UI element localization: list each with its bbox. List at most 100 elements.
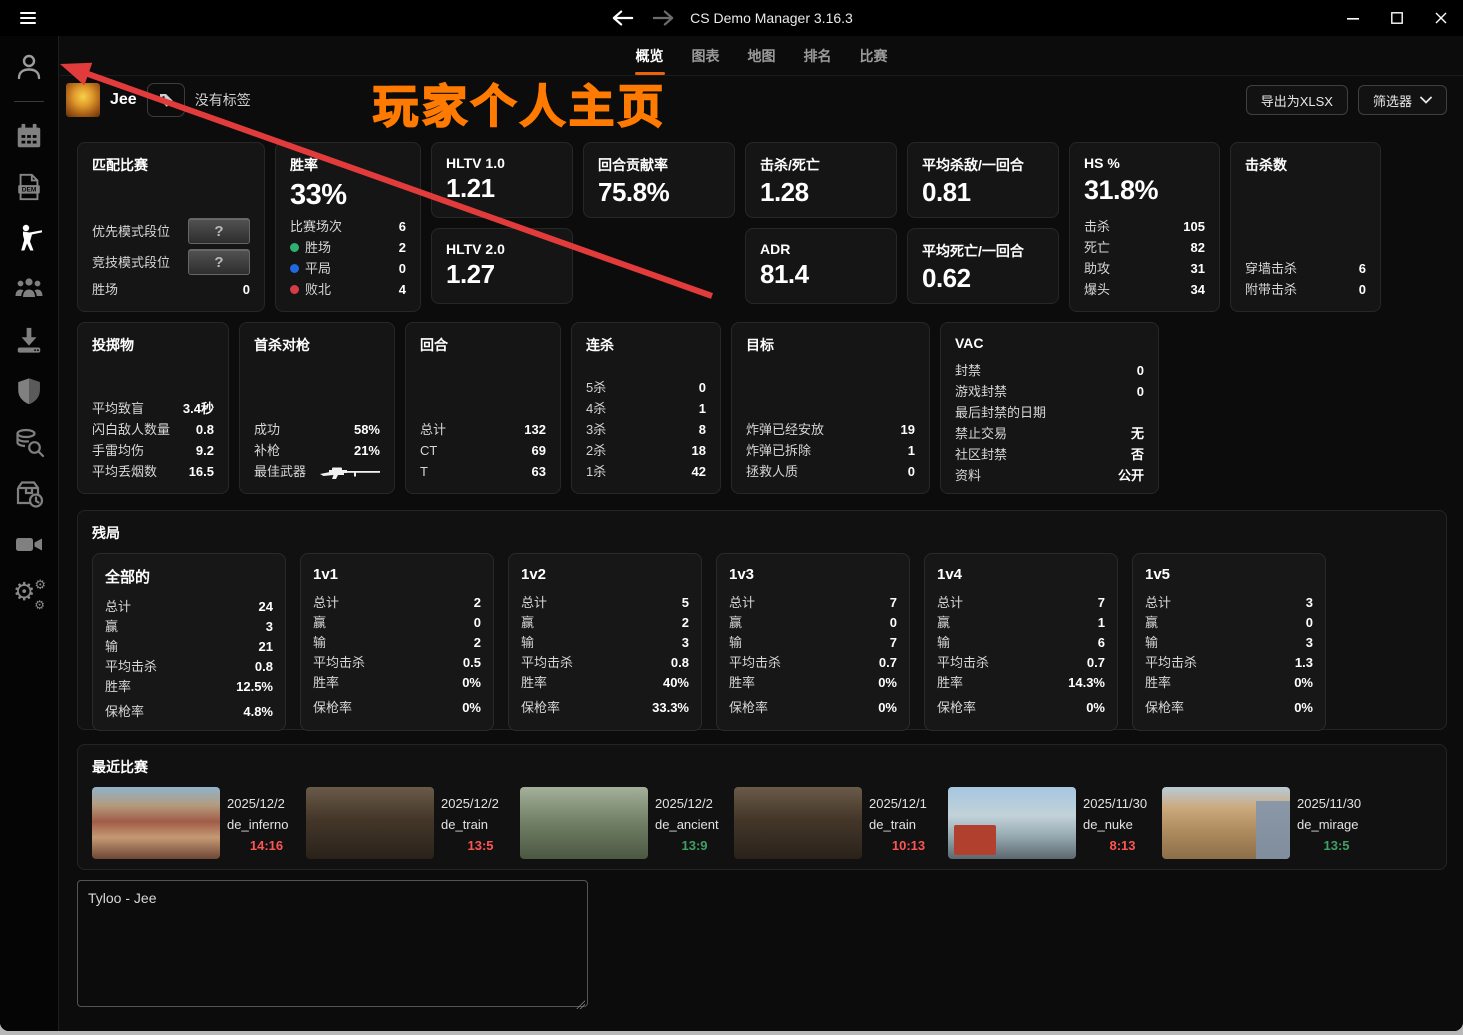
chevron-down-icon (1420, 96, 1432, 104)
sidebar-divider (14, 101, 44, 102)
stat-row: 2杀18 (586, 441, 706, 460)
clutch-card-1v5: 1v5 总计3 赢0 输3 平均击杀1.3 胜率0% 保枪率0% (1132, 553, 1326, 731)
minimize-button[interactable] (1331, 0, 1375, 36)
match-score: 13:5 (441, 835, 520, 856)
match-date: 2025/12/2 (655, 796, 713, 811)
stat-row: CT69 (420, 441, 546, 460)
stat-row: 最后封禁的日期 (955, 403, 1144, 422)
stat-row: T63 (420, 462, 546, 481)
map-thumbnail-inferno (92, 787, 220, 859)
headshot-card: HS % 31.8% 击杀105 死亡82 助攻31 爆头34 (1069, 142, 1220, 312)
map-thumbnail-mirage (1162, 787, 1290, 859)
main-content: 概览 图表 地图 排名 比赛 Jee 没有标签 导出为XLSX 筛选器 (60, 36, 1463, 1031)
match-item[interactable]: 2025/11/30 de_mirage 13:5 (1162, 787, 1376, 859)
stat-row: 败北4 (290, 280, 406, 299)
stat-row: 穿墙击杀6 (1245, 259, 1366, 278)
menu-hamburger-icon[interactable] (0, 9, 56, 27)
matchmaking-card: 匹配比赛 优先模式段位 ? 竞技模式段位 ? 胜场 0 (77, 142, 265, 312)
forward-arrow-icon[interactable] (650, 7, 676, 29)
match-map: de_train (869, 817, 916, 832)
maximize-button[interactable] (1375, 0, 1419, 36)
downloads-icon[interactable] (12, 323, 46, 357)
multi-kills-card: 连杀 5杀0 4杀1 3杀8 2杀18 1杀42 (571, 322, 721, 494)
tab-overview[interactable]: 概览 (636, 36, 664, 75)
match-map: de_ancient (655, 817, 719, 832)
recording-camera-icon[interactable] (12, 527, 46, 561)
stat-row: 平均致盲3.4秒 (92, 399, 214, 418)
teams-icon[interactable] (12, 272, 46, 306)
competitive-rank-badge: ? (188, 249, 250, 275)
kill-count-card: 击杀数 穿墙击杀6 附带击杀0 (1230, 142, 1381, 312)
stat-row: 助攻31 (1084, 259, 1205, 278)
database-search-icon[interactable] (12, 425, 46, 459)
stat-row: 比赛场次6 (290, 217, 406, 236)
clutch-card-1v4: 1v4 总计7 赢1 输6 平均击杀0.7 胜率14.3% 保枪率0% (924, 553, 1118, 731)
clutch-card-1v1: 1v1 总计2 赢0 输2 平均击杀0.5 胜率0% 保枪率0% (300, 553, 494, 731)
stat-row: 4杀1 (586, 399, 706, 418)
match-map: de_mirage (1297, 817, 1358, 832)
stat-row: 附带击杀0 (1245, 280, 1366, 299)
match-map: de_nuke (1083, 817, 1133, 832)
window-title: CS Demo Manager 3.16.3 (690, 10, 853, 26)
recent-matches-section: 最近比赛 2025/12/2 de_inferno 14:16 2025/12/… (77, 744, 1447, 870)
stat-row: 平局0 (290, 259, 406, 278)
map-thumbnail-train (734, 787, 862, 859)
match-score: 13:5 (1297, 835, 1376, 856)
map-thumbnail-nuke (948, 787, 1076, 859)
player-name: Jee (110, 91, 137, 109)
tab-rank[interactable]: 排名 (804, 36, 832, 75)
objectives-card: 目标 炸弹已经安放19 炸弹已拆除1 拯救人质0 (731, 322, 930, 494)
player-avatar (66, 83, 100, 117)
hltv1-card: HLTV 1.0 1.21 (431, 142, 573, 218)
hltv2-card: HLTV 2.0 1.27 (431, 228, 573, 304)
svg-text:DEM: DEM (22, 187, 37, 194)
pending-analysis-icon[interactable] (12, 476, 46, 510)
match-score: 8:13 (1083, 835, 1162, 856)
winrate-value: 33% (290, 179, 406, 212)
tab-maps[interactable]: 地图 (748, 36, 776, 75)
stat-row: 最佳武器 (254, 462, 380, 481)
demos-file-icon[interactable]: DEM (12, 170, 46, 204)
stat-row: 炸弹已拆除1 (746, 441, 915, 460)
stat-row: 炸弹已经安放19 (746, 420, 915, 439)
map-thumbnail-train (306, 787, 434, 859)
titlebar: CS Demo Manager 3.16.3 (0, 0, 1463, 36)
ban-shield-icon[interactable] (12, 374, 46, 408)
tabs-bar: 概览 图表 地图 排名 比赛 (60, 36, 1463, 76)
no-tag-label: 没有标签 (195, 90, 251, 110)
cs-player-icon[interactable] (12, 221, 46, 255)
kd-card: 击杀/死亡 1.28 (745, 142, 897, 218)
winrate-card: 胜率 33% 比赛场次6 胜场2 平局0 败北4 (275, 142, 421, 312)
stat-row: 资料公开 (955, 466, 1144, 485)
match-date: 2025/11/30 (1297, 796, 1361, 811)
stat-row: 拯救人质0 (746, 462, 915, 481)
filter-button[interactable]: 筛选器 (1358, 85, 1447, 115)
match-item[interactable]: 2025/12/2 de_ancient 13:9 (520, 787, 734, 859)
close-button[interactable] (1419, 0, 1463, 36)
user-profile-icon[interactable] (12, 50, 46, 84)
sidebar: DEM ⚙⚙⚙ (0, 36, 59, 1031)
match-item[interactable]: 2025/12/2 de_inferno 14:16 (92, 787, 306, 859)
tab-charts[interactable]: 图表 (692, 36, 720, 75)
stat-row: 1杀42 (586, 462, 706, 481)
settings-gears-icon[interactable]: ⚙⚙⚙ (12, 578, 46, 612)
vac-card: VAC 封禁0 游戏封禁0 最后封禁的日期 禁止交易无 社区封禁否 资料公开 (940, 322, 1159, 494)
clutch-card-1v2: 1v2 总计5 赢2 输3 平均击杀0.8 胜率40% 保枪率33.3% (508, 553, 702, 731)
export-xlsx-button[interactable]: 导出为XLSX (1246, 85, 1348, 115)
back-arrow-icon[interactable] (610, 7, 636, 29)
stat-row: 爆头34 (1084, 280, 1205, 299)
tie-dot (290, 264, 299, 273)
match-map: de_train (441, 817, 488, 832)
add-tag-button[interactable] (147, 83, 185, 117)
tab-matches[interactable]: 比赛 (860, 36, 888, 75)
match-calendar-icon[interactable] (12, 119, 46, 153)
stat-row: 优先模式段位 ? (92, 218, 250, 244)
match-item[interactable]: 2025/12/1 de_train 10:13 (734, 787, 948, 859)
player-comment-input[interactable]: Tyloo - Jee (77, 880, 588, 1007)
clutch-card-1v3: 1v3 总计7 赢0 输7 平均击杀0.7 胜率0% 保枪率0% (716, 553, 910, 731)
match-score: 13:9 (655, 835, 734, 856)
match-item[interactable]: 2025/12/2 de_train 13:5 (306, 787, 520, 859)
match-item[interactable]: 2025/11/30 de_nuke 8:13 (948, 787, 1162, 859)
stat-row: 手雷均伤9.2 (92, 441, 214, 460)
stat-row: 闪白敌人数量0.8 (92, 420, 214, 439)
